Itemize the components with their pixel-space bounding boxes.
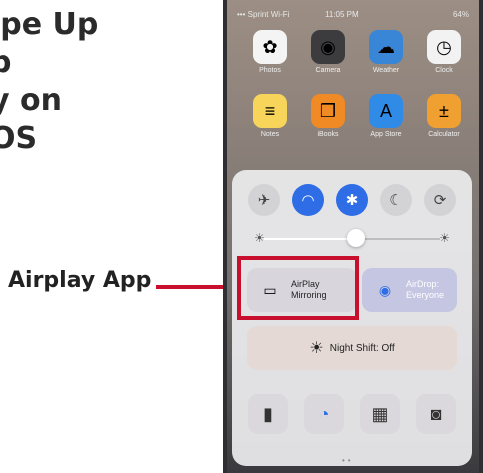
airdrop-button[interactable]: ◉ AirDrop: Everyone xyxy=(362,268,457,312)
night-shift-label: Night Shift: Off xyxy=(329,342,395,354)
photos-icon[interactable]: ✿ xyxy=(253,30,287,64)
airplay-highlight-box xyxy=(237,256,359,320)
bluetooth-icon: ✱ xyxy=(345,192,359,209)
app-store-icon[interactable]: A xyxy=(369,94,403,128)
status-bar: ••• Sprint Wi-Fi 11:05 PM 64% xyxy=(237,10,469,22)
clock-label: 11:05 PM xyxy=(325,10,359,19)
wifi-toggle[interactable]: ◠ xyxy=(292,184,324,216)
instruction-line: y on xyxy=(0,83,62,118)
airplay-callout-label: Airplay App xyxy=(8,268,152,293)
rotation-lock-toggle[interactable]: ⟳ xyxy=(424,184,456,216)
brightness-fill xyxy=(264,238,356,240)
airdrop-label: AirDrop: Everyone xyxy=(406,279,445,300)
night-shift-icon: ☀ xyxy=(309,340,324,357)
page-indicator: •• xyxy=(342,456,354,465)
notes-icon[interactable]: ≡ xyxy=(253,94,287,128)
do-not-disturb-toggle[interactable]: ☾ xyxy=(380,184,412,216)
rotation-lock-icon: ⟳ xyxy=(433,192,447,209)
calculator-icon[interactable]: ± xyxy=(427,94,461,128)
app-label: App Store xyxy=(370,131,402,138)
flashlight-button[interactable]: ▮ xyxy=(248,394,288,434)
app-label: Photos xyxy=(259,67,281,74)
app-label: Calculator xyxy=(428,131,460,138)
clock-icon[interactable]: ◷ xyxy=(427,30,461,64)
airplane-icon: ✈ xyxy=(257,192,271,209)
brightness-high-icon: ☀ xyxy=(439,231,450,245)
app-label: Weather xyxy=(372,67,400,74)
airplane-mode-toggle[interactable]: ✈ xyxy=(248,184,280,216)
camera-icon: ◙ xyxy=(430,403,442,424)
calculator-icon: ▦ xyxy=(371,403,389,424)
weather-icon[interactable]: ☁ xyxy=(369,30,403,64)
battery-label: 64% xyxy=(452,10,469,19)
calculator-button[interactable]: ▦ xyxy=(360,394,400,434)
brightness-slider[interactable]: ☀ ☀ xyxy=(254,229,450,247)
brightness-knob[interactable] xyxy=(346,229,365,247)
app-label: Notes xyxy=(260,131,280,138)
app-label: Camera xyxy=(315,67,341,74)
carrier-label: ••• Sprint Wi-Fi xyxy=(237,10,290,19)
instruction-text: ipe Up p y on OS . xyxy=(0,6,215,196)
timer-icon: ◔ xyxy=(318,403,330,424)
camera-icon[interactable]: ◉ xyxy=(311,30,345,64)
flashlight-icon: ▮ xyxy=(263,403,273,424)
airdrop-icon: ◉ xyxy=(378,281,392,298)
app-label: iBooks xyxy=(317,131,339,138)
wifi-icon: ◠ xyxy=(301,192,315,209)
ibooks-icon[interactable]: ❒ xyxy=(311,94,345,128)
night-shift-button[interactable]: ☀ Night Shift: Off xyxy=(247,326,457,370)
moon-icon: ☾ xyxy=(389,192,403,209)
instruction-line: OS xyxy=(0,121,38,156)
bluetooth-toggle[interactable]: ✱ xyxy=(336,184,368,216)
instruction-line: . xyxy=(0,158,215,196)
instruction-line: ipe Up xyxy=(0,7,99,42)
camera-button[interactable]: ◙ xyxy=(416,394,456,434)
app-label: Clock xyxy=(435,67,453,74)
timer-button[interactable]: ◔ xyxy=(304,394,344,434)
instruction-line: p xyxy=(0,45,12,80)
